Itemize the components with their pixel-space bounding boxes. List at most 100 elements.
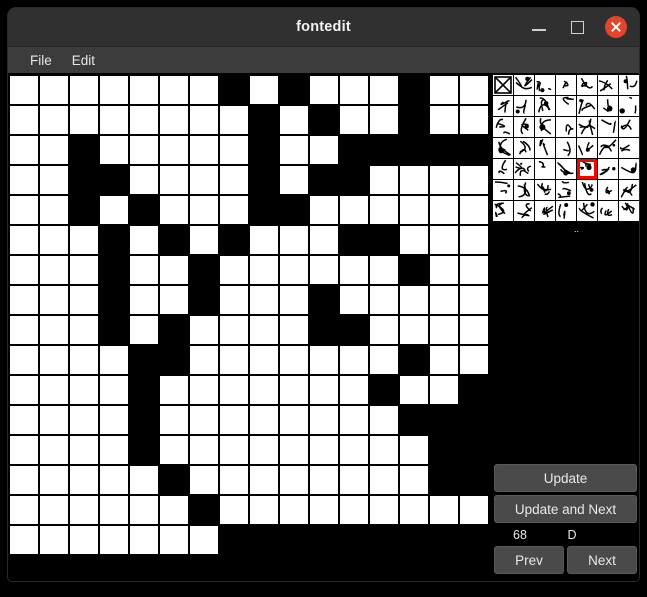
pixel-cell[interactable]: [10, 316, 38, 344]
pixel-cell[interactable]: [220, 226, 248, 254]
pixel-cell[interactable]: [130, 526, 158, 554]
preview-glyph[interactable]: [514, 138, 534, 158]
pixel-cell[interactable]: [280, 496, 308, 524]
pixel-cell[interactable]: [40, 286, 68, 314]
pixel-cell[interactable]: [40, 376, 68, 404]
preview-glyph[interactable]: [619, 96, 639, 116]
pixel-cell[interactable]: [460, 196, 488, 224]
pixel-cell[interactable]: [370, 496, 398, 524]
pixel-cell[interactable]: [160, 346, 188, 374]
preview-glyph[interactable]: [619, 159, 639, 179]
preview-glyph[interactable]: [535, 159, 555, 179]
pixel-cell[interactable]: [250, 316, 278, 344]
preview-glyph[interactable]: [493, 138, 513, 158]
preview-glyph[interactable]: [577, 75, 597, 95]
pixel-cell[interactable]: [280, 436, 308, 464]
update-button[interactable]: Update: [494, 464, 637, 492]
pixel-cell[interactable]: [250, 466, 278, 494]
pixel-cell[interactable]: [310, 76, 338, 104]
preview-glyph[interactable]: [619, 138, 639, 158]
preview-glyph[interactable]: [493, 75, 513, 95]
pixel-cell[interactable]: [10, 496, 38, 524]
pixel-cell[interactable]: [40, 496, 68, 524]
pixel-cell[interactable]: [160, 226, 188, 254]
pixel-cell[interactable]: [70, 436, 98, 464]
next-button[interactable]: Next: [567, 546, 637, 574]
pixel-cell[interactable]: [160, 436, 188, 464]
pixel-cell[interactable]: [400, 496, 428, 524]
pixel-cell[interactable]: [130, 406, 158, 434]
pixel-cell[interactable]: [340, 166, 368, 194]
preview-glyph[interactable]: [619, 180, 639, 200]
pixel-cell[interactable]: [310, 286, 338, 314]
preview-glyph[interactable]: [556, 180, 576, 200]
pixel-cell[interactable]: [70, 256, 98, 284]
preview-glyph[interactable]: [619, 117, 639, 137]
pixel-cell[interactable]: [130, 256, 158, 284]
pixel-cell[interactable]: [160, 286, 188, 314]
minimize-button[interactable]: [529, 17, 549, 37]
pixel-cell[interactable]: [370, 376, 398, 404]
pixel-cell[interactable]: [340, 526, 368, 554]
pixel-cell[interactable]: [280, 226, 308, 254]
preview-glyph[interactable]: [493, 201, 513, 221]
pixel-cell[interactable]: [160, 136, 188, 164]
pixel-cell[interactable]: [100, 526, 128, 554]
pixel-cell[interactable]: [400, 466, 428, 494]
pixel-cell[interactable]: [460, 316, 488, 344]
close-button[interactable]: [605, 16, 627, 38]
preview-glyph[interactable]: [577, 96, 597, 116]
pixel-cell[interactable]: [220, 466, 248, 494]
pixel-cell[interactable]: [160, 466, 188, 494]
pixel-cell[interactable]: [400, 346, 428, 374]
pixel-cell[interactable]: [250, 256, 278, 284]
pixel-cell[interactable]: [10, 196, 38, 224]
preview-glyph[interactable]: [556, 159, 576, 179]
preview-glyph[interactable]: [535, 96, 555, 116]
preview-glyph[interactable]: [493, 180, 513, 200]
pixel-cell[interactable]: [280, 196, 308, 224]
pixel-cell[interactable]: [220, 406, 248, 434]
pixel-cell[interactable]: [190, 226, 218, 254]
pixel-cell[interactable]: [70, 376, 98, 404]
pixel-cell[interactable]: [190, 256, 218, 284]
preview-glyph[interactable]: [514, 96, 534, 116]
pixel-cell[interactable]: [250, 196, 278, 224]
pixel-cell[interactable]: [40, 196, 68, 224]
pixel-cell[interactable]: [190, 106, 218, 134]
preview-glyph[interactable]: [514, 159, 534, 179]
pixel-cell[interactable]: [340, 106, 368, 134]
pixel-cell[interactable]: [400, 316, 428, 344]
pixel-cell[interactable]: [100, 436, 128, 464]
pixel-cell[interactable]: [460, 136, 488, 164]
pixel-cell[interactable]: [220, 286, 248, 314]
pixel-cell[interactable]: [310, 166, 338, 194]
preview-glyph[interactable]: [577, 159, 597, 179]
pixel-cell[interactable]: [430, 196, 458, 224]
preview-glyph[interactable]: [577, 180, 597, 200]
preview-glyph[interactable]: [577, 138, 597, 158]
pixel-cell[interactable]: [10, 346, 38, 374]
pixel-cell[interactable]: [460, 406, 488, 434]
pixel-cell[interactable]: [100, 346, 128, 374]
pixel-cell[interactable]: [370, 196, 398, 224]
pixel-cell[interactable]: [430, 166, 458, 194]
pixel-cell[interactable]: [370, 286, 398, 314]
pixel-cell[interactable]: [10, 256, 38, 284]
pixel-cell[interactable]: [280, 406, 308, 434]
pixel-cell[interactable]: [250, 106, 278, 134]
pixel-cell[interactable]: [280, 526, 308, 554]
pixel-cell[interactable]: [100, 376, 128, 404]
pixel-cell[interactable]: [460, 346, 488, 374]
pixel-cell[interactable]: [250, 226, 278, 254]
pixel-cell[interactable]: [190, 166, 218, 194]
pixel-cell[interactable]: [190, 526, 218, 554]
pixel-cell[interactable]: [460, 106, 488, 134]
pixel-cell[interactable]: [70, 286, 98, 314]
preview-glyph[interactable]: [514, 180, 534, 200]
pixel-cell[interactable]: [130, 286, 158, 314]
pixel-cell[interactable]: [220, 76, 248, 104]
pixel-cell[interactable]: [460, 286, 488, 314]
pixel-cell[interactable]: [310, 406, 338, 434]
preview-glyph[interactable]: [598, 117, 618, 137]
